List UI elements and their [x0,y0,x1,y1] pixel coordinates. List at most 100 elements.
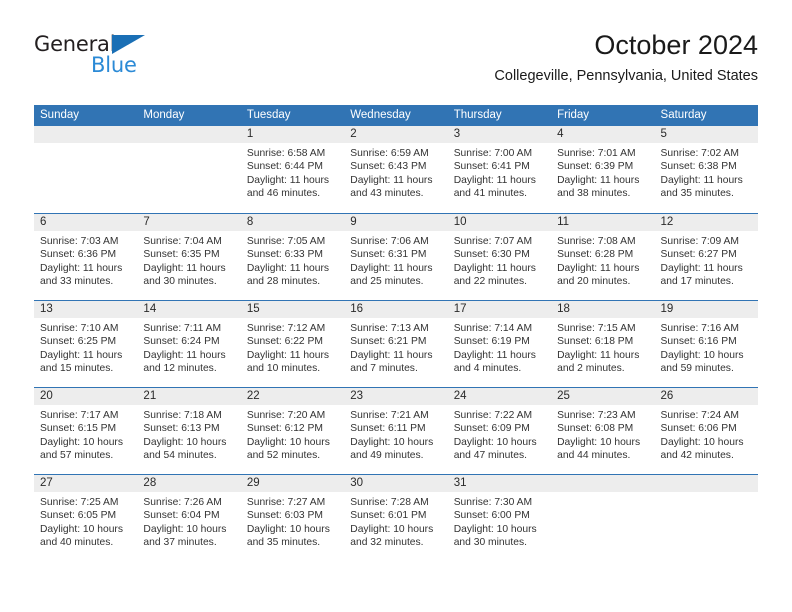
sunset-time: Sunset: 6:36 PM [40,249,117,261]
calendar-day-cell[interactable]: 9 Sunrise: 7:06 AM Sunset: 6:31 PM Daylight… [344,214,448,300]
daylight-duration-line2: and 22 minutes. [453,276,527,288]
daylight-duration-line1: Daylight: 11 hours [350,262,433,274]
sunrise-time: Sunrise: 7:04 AM [143,236,222,247]
calendar-day-cell[interactable]: 27 Sunrise: 7:25 AM Sunset: 6:05 PM Dayligh… [34,475,138,561]
calendar-day-cell[interactable]: 16 Sunrise: 7:13 AM Sunset: 6:21 PM Dayligh… [344,301,448,387]
sunrise-time: Sunrise: 7:07 AM [453,236,533,247]
calendar-day-cell[interactable]: 11 Sunrise: 7:08 AM Sunset: 6:28 PM Dayligh… [551,214,655,300]
calendar-day-cell[interactable]: 1 Sunrise: 6:58 AM Sunset: 6:44 PM Daylight… [240,126,345,213]
daylight-duration-line2: and 52 minutes. [246,450,321,462]
daylight-duration-line2: and 42 minutes. [660,450,734,462]
sunrise-time: Sunrise: 7:00 AM [453,148,533,159]
calendar-day-cell[interactable]: 31 Sunrise: 7:30 AM Sunset: 6:00 PM Dayligh… [447,475,552,561]
day-details: Sunrise: 7:13 AM Sunset: 6:21 PM Daylight:… [344,318,447,376]
calendar-day-cell[interactable]: 19 Sunrise: 7:16 AM Sunset: 6:16 PM Dayligh… [654,301,758,387]
calendar-day-cell[interactable]: 13 Sunrise: 7:10 AM Sunset: 6:25 PM Dayligh… [34,301,138,387]
daylight-duration-line2: and 28 minutes. [246,276,321,288]
daylight-duration-line2: and 59 minutes. [660,363,734,375]
calendar-day-cell[interactable]: 17 Sunrise: 7:14 AM Sunset: 6:19 PM Dayligh… [447,301,552,387]
calendar-day-cell[interactable]: 8 Sunrise: 7:05 AM Sunset: 6:33 PM Daylight… [240,214,345,300]
daylight-duration-line2: and 44 minutes. [557,450,631,462]
calendar-day-cell[interactable]: 18 Sunrise: 7:15 AM Sunset: 6:18 PM Dayligh… [551,301,655,387]
day-number: 8 [240,214,345,231]
day-details: Sunrise: 7:11 AM Sunset: 6:24 PM Daylight:… [137,318,240,376]
calendar-day-cell[interactable]: 20 Sunrise: 7:17 AM Sunset: 6:15 PM Dayligh… [34,388,138,474]
sunset-time: Sunset: 6:12 PM [246,423,323,435]
calendar-day-cell[interactable]: 7 Sunrise: 7:04 AM Sunset: 6:35 PM Daylight… [137,214,241,300]
day-number: 4 [551,126,655,143]
daylight-duration-line2: and 25 minutes. [350,276,424,288]
daylight-duration-line2: and 49 minutes. [350,450,424,462]
calendar-day-cell[interactable]: 5 Sunrise: 7:02 AM Sunset: 6:38 PM Daylight… [654,126,758,213]
sunrise-time: Sunrise: 7:18 AM [143,410,222,421]
sunset-time: Sunset: 6:18 PM [557,336,634,348]
sunrise-time: Sunrise: 7:14 AM [453,323,533,334]
daylight-duration-line2: and 35 minutes. [660,188,734,200]
sunrise-time: Sunrise: 7:12 AM [246,323,326,334]
daylight-duration-line1: Daylight: 10 hours [557,436,641,448]
calendar-day-cell[interactable]: 12 Sunrise: 7:09 AM Sunset: 6:27 PM Dayligh… [654,214,758,300]
calendar-day-cell[interactable]: 10 Sunrise: 7:07 AM Sunset: 6:30 PM Dayligh… [447,214,552,300]
calendar-day-cell[interactable]: 25 Sunrise: 7:23 AM Sunset: 6:08 PM Dayligh… [551,388,655,474]
sunrise-time: Sunrise: 7:27 AM [246,497,326,508]
daylight-duration-line2: and 32 minutes. [350,537,424,549]
sunrise-time: Sunrise: 7:02 AM [660,148,739,159]
calendar-day-cell[interactable]: 26 Sunrise: 7:24 AM Sunset: 6:06 PM Dayligh… [654,388,758,474]
daylight-duration-line1: Daylight: 10 hours [143,436,227,448]
calendar-day-cell[interactable]: 15 Sunrise: 7:12 AM Sunset: 6:22 PM Dayligh… [240,301,345,387]
calendar-day-cell[interactable]: 3 Sunrise: 7:00 AM Sunset: 6:41 PM Daylight… [447,126,552,213]
calendar-day-cell-empty [551,475,655,561]
daylight-duration-line1: Daylight: 11 hours [453,262,536,274]
sunrise-time: Sunrise: 7:05 AM [246,236,326,247]
day-number: 6 [34,214,138,231]
sunset-time: Sunset: 6:16 PM [660,336,737,348]
calendar-week-row: 1 Sunrise: 6:58 AM Sunset: 6:44 PM Daylight… [34,126,758,213]
sunrise-time: Sunrise: 7:03 AM [40,236,119,247]
calendar-day-cell[interactable]: 30 Sunrise: 7:28 AM Sunset: 6:01 PM Dayligh… [344,475,448,561]
daylight-duration-line2: and 17 minutes. [660,276,734,288]
calendar-day-cell[interactable]: 21 Sunrise: 7:18 AM Sunset: 6:13 PM Dayligh… [137,388,241,474]
day-details: Sunrise: 7:24 AM Sunset: 6:06 PM Daylight:… [655,405,758,463]
calendar-day-cell[interactable]: 2 Sunrise: 6:59 AM Sunset: 6:43 PM Daylight… [344,126,448,213]
calendar-day-cell[interactable]: 14 Sunrise: 7:11 AM Sunset: 6:24 PM Dayligh… [137,301,241,387]
page-header: General Blue October 2024 Collegeville, … [34,28,758,94]
day-details: Sunrise: 7:30 AM Sunset: 6:00 PM Daylight:… [448,492,551,550]
sunrise-time: Sunrise: 7:06 AM [350,236,429,247]
daylight-duration-line1: Daylight: 10 hours [40,436,123,448]
day-number [551,475,655,492]
title-block: October 2024 Collegeville, Pennsylvania,… [494,28,758,86]
daylight-duration-line1: Daylight: 10 hours [143,523,227,535]
calendar-day-cell[interactable]: 29 Sunrise: 7:27 AM Sunset: 6:03 PM Dayligh… [240,475,345,561]
day-details: Sunrise: 7:10 AM Sunset: 6:25 PM Daylight:… [34,318,137,376]
daylight-duration-line1: Daylight: 11 hours [350,349,433,361]
calendar-day-cell[interactable]: 28 Sunrise: 7:26 AM Sunset: 6:04 PM Dayligh… [137,475,241,561]
sunset-time: Sunset: 6:08 PM [557,423,634,435]
sunrise-time: Sunrise: 7:28 AM [350,497,429,508]
sunrise-time: Sunrise: 6:58 AM [246,148,326,159]
calendar-day-cell[interactable]: 24 Sunrise: 7:22 AM Sunset: 6:09 PM Dayligh… [447,388,552,474]
calendar-day-cell[interactable]: 23 Sunrise: 7:21 AM Sunset: 6:11 PM Dayligh… [344,388,448,474]
calendar-week-row: 13 Sunrise: 7:10 AM Sunset: 6:25 PM Dayligh… [34,300,758,387]
daylight-duration-line2: and 37 minutes. [143,537,217,549]
sunset-time: Sunset: 6:24 PM [143,336,220,348]
day-details: Sunrise: 7:14 AM Sunset: 6:19 PM Daylight:… [448,318,551,376]
day-number: 13 [34,301,138,318]
sunset-time: Sunset: 6:21 PM [350,336,427,348]
day-number: 24 [447,388,552,405]
generalblue-logo[interactable]: General Blue [34,32,164,84]
page-subtitle: Collegeville, Pennsylvania, United State… [494,68,758,84]
calendar-day-cell-empty [34,126,138,213]
calendar-day-cell[interactable]: 6 Sunrise: 7:03 AM Sunset: 6:36 PM Daylight… [34,214,138,300]
calendar-day-cell[interactable]: 4 Sunrise: 7:01 AM Sunset: 6:39 PM Daylight… [551,126,655,213]
sunset-time: Sunset: 6:30 PM [453,249,530,261]
day-details: Sunrise: 6:58 AM Sunset: 6:44 PM Daylight:… [241,143,344,201]
daylight-duration-line1: Daylight: 11 hours [453,349,536,361]
day-details: Sunrise: 7:08 AM Sunset: 6:28 PM Daylight:… [551,231,654,289]
daylight-duration-line2: and 47 minutes. [453,450,527,462]
day-number: 25 [551,388,655,405]
calendar-day-cell[interactable]: 22 Sunrise: 7:20 AM Sunset: 6:12 PM Dayligh… [240,388,345,474]
sunset-time: Sunset: 6:25 PM [40,336,117,348]
weekday-header-tuesday: Tuesday [246,109,291,121]
sunset-time: Sunset: 6:15 PM [40,423,117,435]
day-details: Sunrise: 7:02 AM Sunset: 6:38 PM Daylight:… [655,143,758,201]
